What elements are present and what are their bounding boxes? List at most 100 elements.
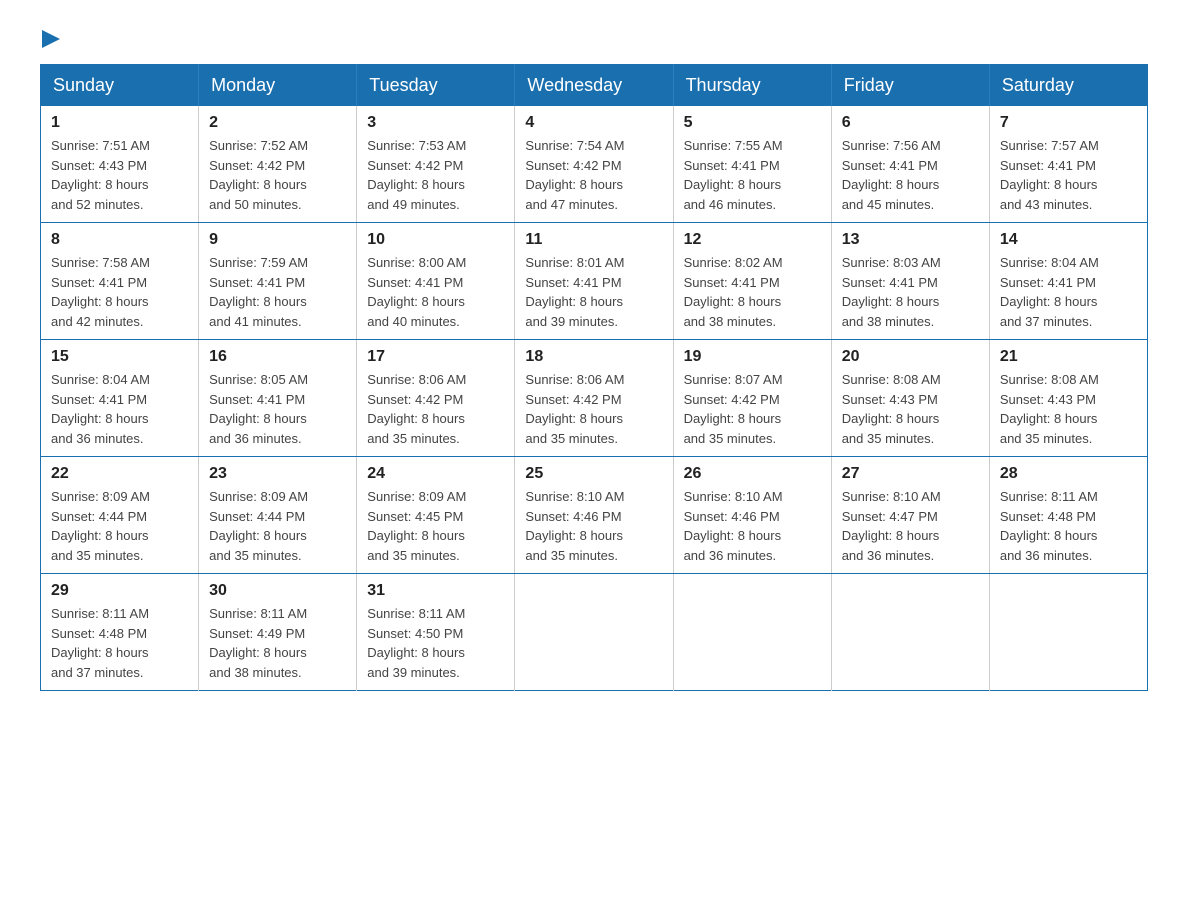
day-number: 28 (1000, 465, 1137, 483)
calendar-cell: 3 Sunrise: 7:53 AMSunset: 4:42 PMDaylight… (357, 106, 515, 223)
calendar-table: SundayMondayTuesdayWednesdayThursdayFrid… (40, 64, 1148, 691)
day-info: Sunrise: 7:56 AMSunset: 4:41 PMDaylight:… (842, 136, 979, 214)
calendar-cell: 31 Sunrise: 8:11 AMSunset: 4:50 PMDayligh… (357, 574, 515, 691)
calendar-cell (673, 574, 831, 691)
calendar-cell: 16 Sunrise: 8:05 AMSunset: 4:41 PMDayligh… (199, 340, 357, 457)
calendar-cell: 11Sunrise: 8:01 AMSunset: 4:41 PMDayligh… (515, 223, 673, 340)
day-info: Sunrise: 8:08 AMSunset: 4:43 PMDaylight:… (1000, 370, 1137, 448)
day-info: Sunrise: 8:10 AMSunset: 4:46 PMDaylight:… (684, 487, 821, 565)
calendar-cell: 6Sunrise: 7:56 AMSunset: 4:41 PMDaylight… (831, 106, 989, 223)
calendar-cell: 28 Sunrise: 8:11 AMSunset: 4:48 PMDayligh… (989, 457, 1147, 574)
day-info: Sunrise: 8:09 AMSunset: 4:44 PMDaylight:… (51, 487, 188, 565)
day-number: 16 (209, 348, 346, 366)
day-info: Sunrise: 7:59 AMSunset: 4:41 PMDaylight:… (209, 253, 346, 331)
day-number: 4 (525, 114, 662, 132)
day-number: 26 (684, 465, 821, 483)
calendar-week-row: 1 Sunrise: 7:51 AMSunset: 4:43 PMDaylight… (41, 106, 1148, 223)
day-number: 31 (367, 582, 504, 600)
day-info: Sunrise: 8:09 AMSunset: 4:44 PMDaylight:… (209, 487, 346, 565)
day-number: 7 (1000, 114, 1137, 132)
weekday-header-row: SundayMondayTuesdayWednesdayThursdayFrid… (41, 65, 1148, 107)
day-number: 20 (842, 348, 979, 366)
calendar-cell: 5Sunrise: 7:55 AMSunset: 4:41 PMDaylight… (673, 106, 831, 223)
day-info: Sunrise: 8:09 AMSunset: 4:45 PMDaylight:… (367, 487, 504, 565)
calendar-cell: 18Sunrise: 8:06 AMSunset: 4:42 PMDayligh… (515, 340, 673, 457)
day-info: Sunrise: 8:07 AMSunset: 4:42 PMDaylight:… (684, 370, 821, 448)
day-number: 22 (51, 465, 188, 483)
day-info: Sunrise: 7:57 AMSunset: 4:41 PMDaylight:… (1000, 136, 1137, 214)
weekday-header-monday: Monday (199, 65, 357, 107)
calendar-cell: 25 Sunrise: 8:10 AMSunset: 4:46 PMDayligh… (515, 457, 673, 574)
calendar-cell: 7 Sunrise: 7:57 AMSunset: 4:41 PMDaylight… (989, 106, 1147, 223)
logo-arrow-icon (42, 30, 60, 48)
day-info: Sunrise: 8:11 AMSunset: 4:48 PMDaylight:… (1000, 487, 1137, 565)
logo-area (40, 30, 62, 44)
day-info: Sunrise: 8:11 AMSunset: 4:49 PMDaylight:… (209, 604, 346, 682)
day-info: Sunrise: 8:11 AMSunset: 4:48 PMDaylight:… (51, 604, 188, 682)
weekday-header-thursday: Thursday (673, 65, 831, 107)
day-info: Sunrise: 8:03 AMSunset: 4:41 PMDaylight:… (842, 253, 979, 331)
day-info: Sunrise: 8:11 AMSunset: 4:50 PMDaylight:… (367, 604, 504, 682)
day-info: Sunrise: 8:10 AMSunset: 4:46 PMDaylight:… (525, 487, 662, 565)
calendar-cell: 17Sunrise: 8:06 AMSunset: 4:42 PMDayligh… (357, 340, 515, 457)
day-number: 3 (367, 114, 504, 132)
calendar-cell: 30 Sunrise: 8:11 AMSunset: 4:49 PMDayligh… (199, 574, 357, 691)
day-number: 13 (842, 231, 979, 249)
day-info: Sunrise: 8:01 AMSunset: 4:41 PMDaylight:… (525, 253, 662, 331)
calendar-cell: 15 Sunrise: 8:04 AMSunset: 4:41 PMDayligh… (41, 340, 199, 457)
calendar-cell: 19 Sunrise: 8:07 AMSunset: 4:42 PMDayligh… (673, 340, 831, 457)
day-number: 19 (684, 348, 821, 366)
calendar-cell: 13 Sunrise: 8:03 AMSunset: 4:41 PMDayligh… (831, 223, 989, 340)
day-number: 9 (209, 231, 346, 249)
calendar-cell: 9 Sunrise: 7:59 AMSunset: 4:41 PMDaylight… (199, 223, 357, 340)
calendar-cell (515, 574, 673, 691)
day-number: 1 (51, 114, 188, 132)
calendar-week-row: 22 Sunrise: 8:09 AMSunset: 4:44 PMDayligh… (41, 457, 1148, 574)
day-number: 27 (842, 465, 979, 483)
calendar-cell: 29Sunrise: 8:11 AMSunset: 4:48 PMDayligh… (41, 574, 199, 691)
day-info: Sunrise: 8:04 AMSunset: 4:41 PMDaylight:… (51, 370, 188, 448)
calendar-cell: 1 Sunrise: 7:51 AMSunset: 4:43 PMDaylight… (41, 106, 199, 223)
calendar-cell: 21 Sunrise: 8:08 AMSunset: 4:43 PMDayligh… (989, 340, 1147, 457)
day-info: Sunrise: 7:52 AMSunset: 4:42 PMDaylight:… (209, 136, 346, 214)
calendar-week-row: 29Sunrise: 8:11 AMSunset: 4:48 PMDayligh… (41, 574, 1148, 691)
day-number: 2 (209, 114, 346, 132)
day-info: Sunrise: 8:05 AMSunset: 4:41 PMDaylight:… (209, 370, 346, 448)
day-number: 14 (1000, 231, 1137, 249)
calendar-cell: 23 Sunrise: 8:09 AMSunset: 4:44 PMDayligh… (199, 457, 357, 574)
day-number: 17 (367, 348, 504, 366)
calendar-cell: 27Sunrise: 8:10 AMSunset: 4:47 PMDayligh… (831, 457, 989, 574)
day-number: 21 (1000, 348, 1137, 366)
calendar-cell (831, 574, 989, 691)
weekday-header-wednesday: Wednesday (515, 65, 673, 107)
day-info: Sunrise: 7:51 AMSunset: 4:43 PMDaylight:… (51, 136, 188, 214)
day-number: 8 (51, 231, 188, 249)
calendar-cell: 4 Sunrise: 7:54 AMSunset: 4:42 PMDaylight… (515, 106, 673, 223)
day-number: 10 (367, 231, 504, 249)
day-info: Sunrise: 7:55 AMSunset: 4:41 PMDaylight:… (684, 136, 821, 214)
calendar-cell: 26 Sunrise: 8:10 AMSunset: 4:46 PMDayligh… (673, 457, 831, 574)
day-info: Sunrise: 7:53 AMSunset: 4:42 PMDaylight:… (367, 136, 504, 214)
day-info: Sunrise: 8:06 AMSunset: 4:42 PMDaylight:… (525, 370, 662, 448)
day-info: Sunrise: 8:00 AMSunset: 4:41 PMDaylight:… (367, 253, 504, 331)
calendar-cell: 8Sunrise: 7:58 AMSunset: 4:41 PMDaylight… (41, 223, 199, 340)
day-info: Sunrise: 8:04 AMSunset: 4:41 PMDaylight:… (1000, 253, 1137, 331)
calendar-cell: 12Sunrise: 8:02 AMSunset: 4:41 PMDayligh… (673, 223, 831, 340)
weekday-header-saturday: Saturday (989, 65, 1147, 107)
day-number: 25 (525, 465, 662, 483)
day-number: 30 (209, 582, 346, 600)
day-number: 15 (51, 348, 188, 366)
day-number: 23 (209, 465, 346, 483)
weekday-header-friday: Friday (831, 65, 989, 107)
day-info: Sunrise: 7:54 AMSunset: 4:42 PMDaylight:… (525, 136, 662, 214)
day-info: Sunrise: 8:08 AMSunset: 4:43 PMDaylight:… (842, 370, 979, 448)
weekday-header-sunday: Sunday (41, 65, 199, 107)
calendar-week-row: 8Sunrise: 7:58 AMSunset: 4:41 PMDaylight… (41, 223, 1148, 340)
calendar-week-row: 15 Sunrise: 8:04 AMSunset: 4:41 PMDayligh… (41, 340, 1148, 457)
day-info: Sunrise: 8:02 AMSunset: 4:41 PMDaylight:… (684, 253, 821, 331)
day-number: 24 (367, 465, 504, 483)
calendar-cell: 10 Sunrise: 8:00 AMSunset: 4:41 PMDayligh… (357, 223, 515, 340)
calendar-cell: 14 Sunrise: 8:04 AMSunset: 4:41 PMDayligh… (989, 223, 1147, 340)
calendar-cell: 20 Sunrise: 8:08 AMSunset: 4:43 PMDayligh… (831, 340, 989, 457)
weekday-header-tuesday: Tuesday (357, 65, 515, 107)
